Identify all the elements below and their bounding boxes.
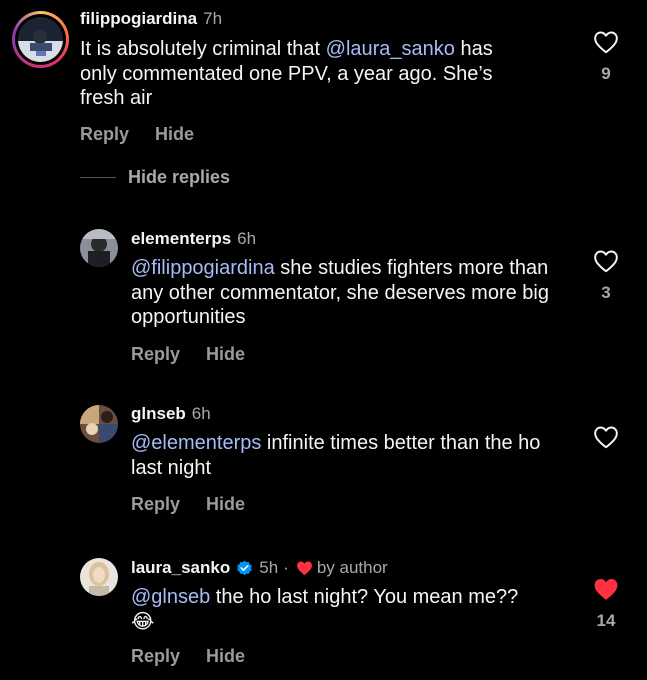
avatar-elementerps[interactable] bbox=[80, 229, 118, 267]
avatar-laura-sanko[interactable] bbox=[80, 558, 118, 596]
like-control: 9 bbox=[593, 30, 619, 84]
comment-username[interactable]: elementerps bbox=[131, 229, 231, 249]
hide-button[interactable]: Hide bbox=[155, 124, 194, 145]
mention-link[interactable]: @elementerps bbox=[131, 432, 261, 454]
comment-time: 6h bbox=[237, 229, 257, 248]
reply-button[interactable]: Reply bbox=[131, 494, 180, 515]
comment-text: It is absolutely criminal that @laura_sa… bbox=[80, 37, 530, 111]
separator-dot: · bbox=[283, 558, 289, 577]
heart-outline-icon[interactable] bbox=[593, 30, 619, 54]
reply-button[interactable]: Reply bbox=[131, 646, 180, 667]
comment-username[interactable]: glnseb bbox=[131, 404, 186, 424]
liked-by-author-label: by author bbox=[316, 558, 388, 577]
comment-text-part: It is absolutely criminal that bbox=[80, 38, 326, 60]
laughing-emoji: 😂 bbox=[131, 610, 155, 633]
avatar-glnseb[interactable] bbox=[80, 405, 118, 443]
comment-time: 6h bbox=[191, 404, 211, 423]
heart-outline-icon[interactable] bbox=[593, 249, 619, 273]
hide-replies-label[interactable]: Hide replies bbox=[128, 167, 230, 188]
verified-badge-icon bbox=[237, 560, 253, 575]
like-control bbox=[593, 425, 619, 449]
comment-text: @glnseb the ho last night? You mean me??… bbox=[131, 585, 571, 634]
like-count: 3 bbox=[601, 283, 611, 302]
hide-button[interactable]: Hide bbox=[206, 494, 245, 515]
comment-text: @filippogiardina she studies fighters mo… bbox=[131, 256, 561, 330]
avatar-story-ring[interactable] bbox=[12, 11, 69, 68]
heart-filled-icon bbox=[296, 561, 312, 576]
comment-time: 7h bbox=[203, 9, 223, 28]
comment-time: 5h bbox=[259, 558, 279, 577]
comment-username[interactable]: laura_sanko bbox=[131, 558, 230, 578]
heart-outline-icon[interactable] bbox=[593, 425, 619, 449]
mention-link[interactable]: @filippogiardina bbox=[131, 257, 275, 279]
comment-text: @elementerps infinite times better than … bbox=[131, 431, 561, 480]
hide-button[interactable]: Hide bbox=[206, 646, 245, 667]
like-control: 14 bbox=[593, 577, 619, 631]
hide-replies-toggle[interactable]: Hide replies bbox=[80, 167, 230, 188]
divider-line bbox=[80, 177, 116, 178]
comment-username[interactable]: filippogiardina bbox=[80, 9, 197, 29]
reply-button[interactable]: Reply bbox=[131, 344, 180, 365]
comments-thread: filippogiardina 7h It is absolutely crim… bbox=[0, 0, 647, 680]
like-count: 14 bbox=[596, 611, 616, 630]
hide-button[interactable]: Hide bbox=[206, 344, 245, 365]
heart-filled-icon[interactable] bbox=[593, 577, 619, 601]
comment-text-part: the ho last night? You mean me?? bbox=[210, 586, 519, 608]
avatar-filippogiardina[interactable] bbox=[18, 17, 63, 62]
mention-link[interactable]: @laura_sanko bbox=[326, 38, 455, 60]
like-control: 3 bbox=[593, 249, 619, 303]
reply-button[interactable]: Reply bbox=[80, 124, 129, 145]
like-count: 9 bbox=[601, 64, 611, 83]
mention-link[interactable]: @glnseb bbox=[131, 586, 210, 608]
